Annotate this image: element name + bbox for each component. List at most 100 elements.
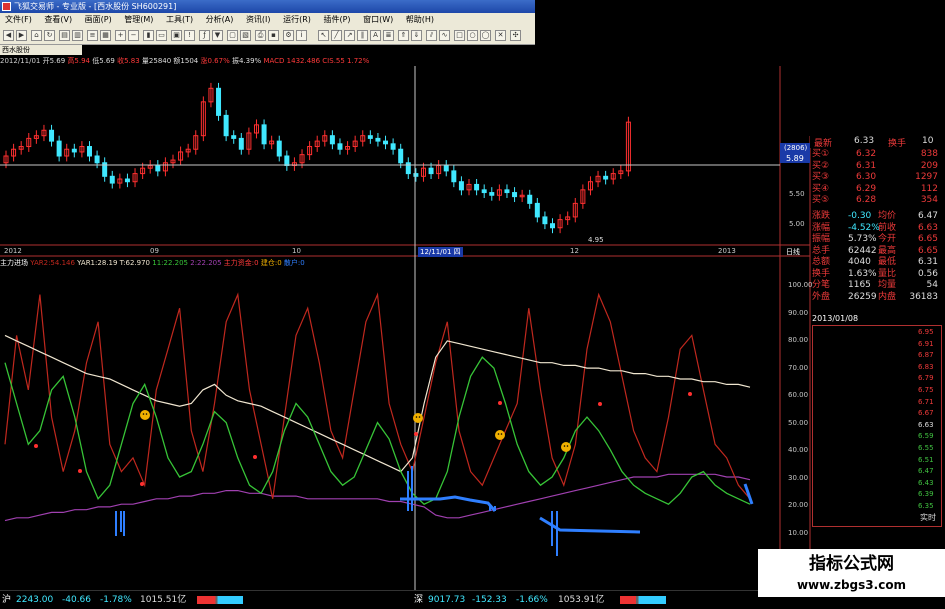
- text-tool-icon[interactable]: A: [370, 30, 381, 41]
- period-label[interactable]: 日线: [786, 247, 800, 257]
- zoom-out-icon[interactable]: −: [128, 30, 139, 41]
- stat-row: 换手 1.63% 量比 0.56: [812, 269, 942, 280]
- cycle-icon[interactable]: ∿: [439, 30, 450, 41]
- date-axis-label: 2012: [4, 247, 22, 255]
- chart-icon[interactable]: ▤: [59, 30, 70, 41]
- stat-label: 换手: [812, 268, 831, 279]
- mini-axis-tick: 6.71: [918, 397, 934, 406]
- window-title: 飞狐交易师 - 专业版 - [西水股份 SH600291]: [14, 2, 177, 11]
- back-icon[interactable]: ◀: [3, 30, 14, 41]
- filter-icon[interactable]: ▼: [212, 30, 223, 41]
- window-title-bar: 飞狐交易师 - 专业版 - [西水股份 SH600291]: [0, 0, 535, 13]
- calendar-icon[interactable]: ▣: [171, 30, 182, 41]
- window-icon[interactable]: ▢: [227, 30, 238, 41]
- refresh-icon[interactable]: ↻: [44, 30, 55, 41]
- candle-body: [49, 129, 55, 142]
- menu-file[interactable]: 文件(F): [0, 13, 37, 27]
- bar-chart-icon[interactable]: ▮: [143, 30, 154, 41]
- save-icon[interactable]: ▪: [268, 30, 279, 41]
- mini-realtime-label[interactable]: 实时: [920, 512, 936, 523]
- stock-name-tab[interactable]: 西水股份: [0, 45, 82, 55]
- date-axis-label: 10: [292, 247, 301, 255]
- grid-icon[interactable]: ▦: [100, 30, 111, 41]
- signal-dot: [34, 444, 38, 448]
- forward-icon[interactable]: ▶: [16, 30, 27, 41]
- info-icon[interactable]: i: [296, 30, 307, 41]
- bid-row[interactable]: 买⑤ 6.28 354: [812, 195, 942, 206]
- menu-plugin[interactable]: 插件(P): [318, 13, 355, 27]
- layout-icon[interactable]: ▧: [240, 30, 251, 41]
- circle-icon[interactable]: ○: [467, 30, 478, 41]
- indicator-value: 建仓:0: [260, 259, 282, 267]
- menu-view[interactable]: 查看(V): [39, 13, 77, 27]
- price-info-line: 2012/11/01 开5.69 高5.94 低5.69 收5.83 量2584…: [0, 56, 780, 66]
- bid-volume: 112: [920, 183, 938, 194]
- zoom-in-icon[interactable]: +: [115, 30, 126, 41]
- parallel-icon[interactable]: ∥: [357, 30, 368, 41]
- print-icon[interactable]: ⎙: [255, 30, 266, 41]
- delete-drawing-icon[interactable]: ✕: [495, 30, 506, 41]
- stat-label: 量比: [878, 268, 897, 279]
- sh-label: 沪: [2, 595, 12, 605]
- candle-body: [489, 192, 495, 196]
- news-icon[interactable]: ▭: [156, 30, 167, 41]
- alert-icon[interactable]: !: [184, 30, 195, 41]
- candle-body: [223, 114, 229, 137]
- formula-icon[interactable]: ƒ: [199, 30, 210, 41]
- kline-icon[interactable]: ▥: [72, 30, 83, 41]
- menu-help[interactable]: 帮助(H): [401, 13, 439, 27]
- settings-icon[interactable]: ⚙: [283, 30, 294, 41]
- info-change: 涨0.67%: [200, 57, 230, 65]
- blue-segment: [400, 495, 497, 512]
- ray-icon[interactable]: ↗: [344, 30, 355, 41]
- menu-screen[interactable]: 画面(P): [80, 13, 117, 27]
- arrow-up-icon[interactable]: ⇑: [398, 30, 409, 41]
- app-icon: [2, 2, 11, 11]
- stat-row: 涨幅 -4.52% 前收 6.63: [812, 223, 942, 234]
- signal-dot: [688, 392, 692, 396]
- candle-body: [390, 143, 396, 150]
- bid-price: 6.29: [856, 183, 877, 194]
- bid-volume: 209: [920, 160, 938, 171]
- home-icon[interactable]: ⌂: [31, 30, 42, 41]
- menu-tools[interactable]: 工具(T): [161, 13, 198, 27]
- stat-label: 均量: [878, 280, 897, 290]
- bid-row[interactable]: 买② 6.31 209: [812, 161, 942, 172]
- candle-body: [155, 164, 161, 172]
- indicator-axis-tick: 90.00: [788, 308, 809, 317]
- bid-row[interactable]: 买① 6.32 838: [812, 149, 942, 160]
- line-draw-icon[interactable]: ╱: [331, 30, 342, 41]
- candle-body: [56, 140, 62, 157]
- mini-axis-tick: 6.95: [918, 328, 934, 336]
- channel-icon[interactable]: ⫽: [426, 30, 437, 41]
- info-volume: 量25840: [141, 57, 172, 65]
- candle-body: [216, 87, 222, 116]
- sz-index: 9017.73: [428, 595, 466, 605]
- stat-label: 前收: [878, 222, 897, 233]
- candle-body: [534, 202, 540, 218]
- smiley-marker: [413, 413, 423, 423]
- sh-percent: -1.78%: [100, 595, 132, 605]
- stat-label: 外盘: [812, 291, 831, 302]
- menu-window[interactable]: 窗口(W): [358, 13, 398, 27]
- list-icon[interactable]: ≡: [87, 30, 98, 41]
- bid-row[interactable]: 买④ 6.29 112: [812, 184, 942, 195]
- bid-row[interactable]: 买③ 6.30 1297: [812, 172, 942, 183]
- arrow-down-icon[interactable]: ⇓: [411, 30, 422, 41]
- menu-info[interactable]: 资讯(I): [241, 13, 276, 27]
- ellipse-icon[interactable]: ◯: [480, 30, 491, 41]
- fibonacci-icon[interactable]: ≣: [383, 30, 394, 41]
- sz-amount: 1053.91亿: [558, 595, 605, 605]
- gann-icon[interactable]: ✣: [510, 30, 521, 41]
- stat-row: 总额 4040 最低 6.31: [812, 257, 942, 268]
- cursor-icon[interactable]: ↖: [318, 30, 329, 41]
- menu-manage[interactable]: 管理(M): [119, 13, 158, 27]
- sz-label: 深: [414, 595, 424, 605]
- candle-body: [337, 143, 343, 150]
- rectangle-icon[interactable]: □: [454, 30, 465, 41]
- indicator-name[interactable]: 主力进场: [0, 259, 28, 267]
- menu-analysis[interactable]: 分析(A): [201, 13, 239, 27]
- menu-run[interactable]: 运行(R): [278, 13, 316, 27]
- candle-body: [238, 137, 244, 150]
- kline-candles: [3, 82, 631, 234]
